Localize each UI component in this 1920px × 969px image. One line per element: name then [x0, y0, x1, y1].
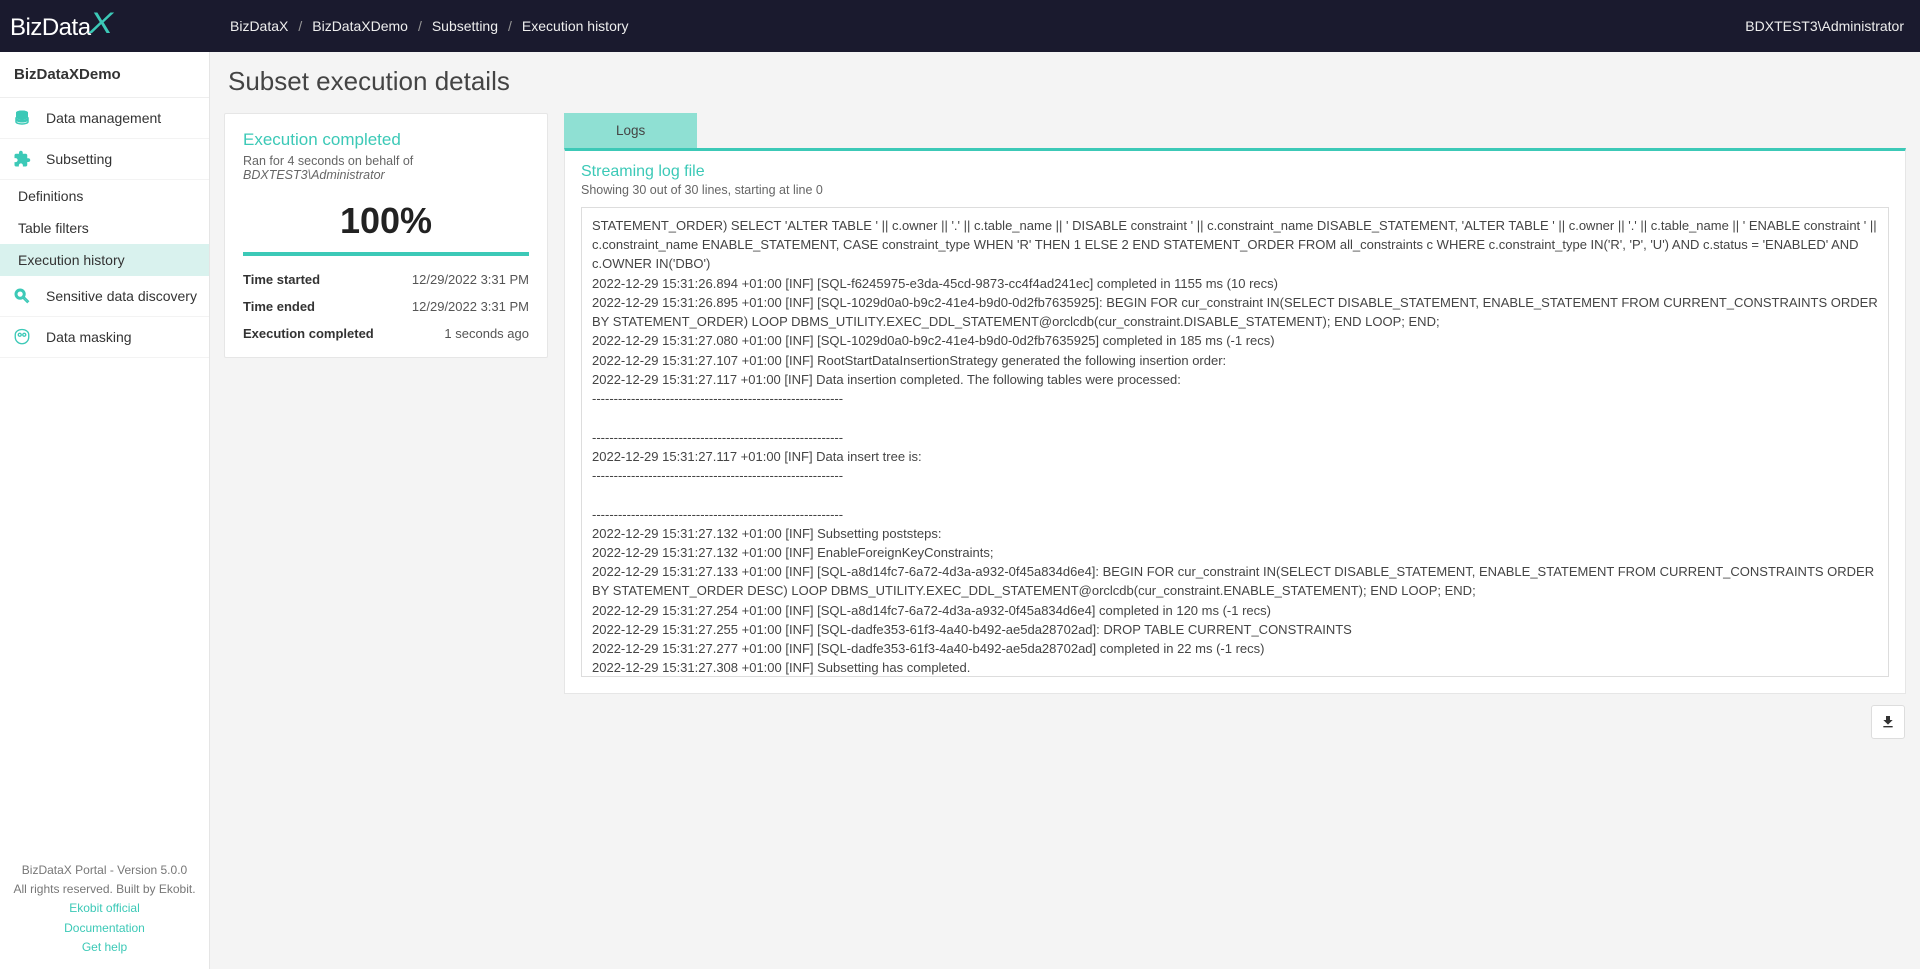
- log-subtitle: Showing 30 out of 30 lines, starting at …: [581, 183, 1889, 197]
- log-output[interactable]: STATEMENT_ORDER) SELECT 'ALTER TABLE ' |…: [581, 207, 1889, 677]
- sidebar-item-label: Data management: [46, 110, 161, 126]
- progress-bar: [243, 252, 529, 256]
- log-card: Streaming log file Showing 30 out of 30 …: [564, 148, 1906, 694]
- log-title: Streaming log file: [581, 163, 1889, 181]
- sidebar-item-data-management[interactable]: Data management: [0, 98, 209, 139]
- logs-column: Logs Streaming log file Showing 30 out o…: [564, 113, 1906, 694]
- breadcrumb-sep: /: [508, 18, 512, 34]
- summary-title: Execution completed: [243, 130, 529, 150]
- sidebar-subitem-execution-history[interactable]: Execution history: [0, 244, 209, 276]
- breadcrumb-sep: /: [418, 18, 422, 34]
- footer-version: BizDataX Portal - Version 5.0.0: [12, 861, 197, 880]
- download-button[interactable]: [1871, 705, 1905, 739]
- sidebar-item-subsetting[interactable]: Subsetting: [0, 139, 209, 180]
- sidebar-item-label: Subsetting: [46, 151, 112, 167]
- tabs: Logs: [564, 113, 1906, 148]
- summary-ran-user: BDXTEST3\Administrator: [243, 168, 385, 182]
- breadcrumb-item[interactable]: Subsetting: [432, 18, 498, 34]
- logo-text: BizData: [10, 14, 91, 41]
- project-title: BizDataXDemo: [0, 52, 209, 98]
- footer-rights: All rights reserved. Built by Ekobit.: [12, 880, 197, 899]
- breadcrumb-sep: /: [298, 18, 302, 34]
- breadcrumb-item[interactable]: BizDataX: [230, 18, 288, 34]
- kv-key: Time started: [243, 272, 320, 287]
- kv-value: 1 seconds ago: [444, 326, 529, 341]
- execution-summary-card: Execution completed Ran for 4 seconds on…: [224, 113, 548, 358]
- nav: Data management Subsetting Definitions T…: [0, 98, 209, 849]
- footer-link-docs[interactable]: Documentation: [12, 919, 197, 938]
- sidebar: BizDataXDemo Data management Subsetting …: [0, 52, 210, 969]
- page-title: Subset execution details: [224, 66, 1906, 97]
- summary-subtitle: Ran for 4 seconds on behalf of BDXTEST3\…: [243, 154, 529, 182]
- progress-percent: 100%: [243, 200, 529, 242]
- kv-value: 12/29/2022 3:31 PM: [412, 272, 529, 287]
- footer-link-help[interactable]: Get help: [12, 938, 197, 957]
- search-icon: [12, 286, 32, 306]
- sidebar-footer: BizDataX Portal - Version 5.0.0 All righ…: [0, 849, 209, 969]
- puzzle-icon: [12, 149, 32, 169]
- summary-ran-prefix: Ran for 4 seconds on behalf of: [243, 154, 413, 168]
- database-icon: [12, 108, 32, 128]
- sidebar-item-label: Sensitive data discovery: [46, 288, 197, 304]
- logo[interactable]: BizDataX: [0, 0, 210, 52]
- download-icon: [1880, 714, 1896, 730]
- kv-row: Time ended 12/29/2022 3:31 PM: [243, 293, 529, 320]
- kv-value: 12/29/2022 3:31 PM: [412, 299, 529, 314]
- kv-key: Execution completed: [243, 326, 374, 341]
- breadcrumb-item[interactable]: Execution history: [522, 18, 629, 34]
- tab-logs[interactable]: Logs: [564, 113, 697, 148]
- sidebar-subitem-definitions[interactable]: Definitions: [0, 180, 209, 212]
- sidebar-item-label: Data masking: [46, 329, 132, 345]
- kv-row: Execution completed 1 seconds ago: [243, 320, 529, 347]
- kv-row: Time started 12/29/2022 3:31 PM: [243, 266, 529, 293]
- footer-link-ekobit[interactable]: Ekobit official: [12, 899, 197, 918]
- sidebar-item-sensitive-discovery[interactable]: Sensitive data discovery: [0, 276, 209, 317]
- sidebar-item-data-masking[interactable]: Data masking: [0, 317, 209, 358]
- user-label[interactable]: BDXTEST3\Administrator: [1745, 18, 1904, 34]
- kv-key: Time ended: [243, 299, 315, 314]
- sidebar-subitem-table-filters[interactable]: Table filters: [0, 212, 209, 244]
- topbar: BizDataX BizDataX / BizDataXDemo / Subse…: [0, 0, 1920, 52]
- main-content: Subset execution details Execution compl…: [210, 52, 1920, 969]
- breadcrumb-item[interactable]: BizDataXDemo: [312, 18, 408, 34]
- breadcrumbs: BizDataX / BizDataXDemo / Subsetting / E…: [210, 18, 1745, 34]
- mask-icon: [12, 327, 32, 347]
- logo-x-icon: X: [89, 7, 112, 41]
